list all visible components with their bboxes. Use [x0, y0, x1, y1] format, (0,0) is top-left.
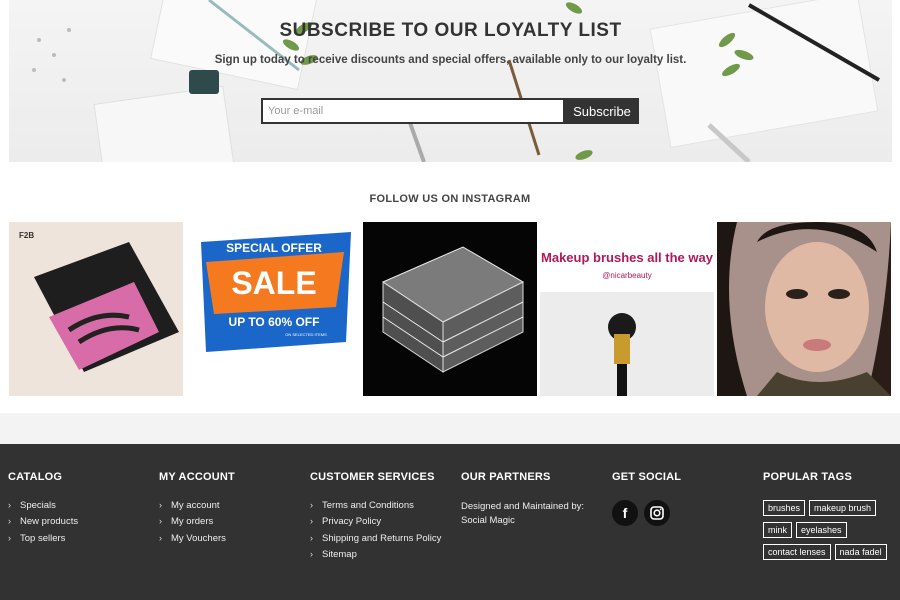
footer-account: MY ACCOUNT › My account › My orders › My Vo… — [159, 471, 235, 549]
instagram-tile-brush[interactable]: Makeup brushes all the way @nicarbeauty — [540, 222, 714, 396]
social-heading: GET SOCIAL — [612, 471, 682, 483]
tags-heading: POPULAR TAGS — [763, 471, 852, 483]
footer-services: CUSTOMER SERVICES › Terms and Conditions … — [310, 471, 441, 566]
footer-link-my-account[interactable]: › My account — [159, 500, 235, 511]
subscribe-form: Subscribe — [261, 98, 639, 124]
offer-line3: UP TO 60% OFF — [229, 315, 320, 329]
instagram-tile-organizer[interactable] — [363, 222, 537, 396]
special-offer-sale-photo: SPECIAL OFFER SALE UP TO 60% OFF ON SELE… — [201, 232, 351, 352]
tile-label: F2B — [19, 231, 34, 240]
chevron-right-icon: › — [159, 516, 162, 527]
subscribe-subtitle: Sign up today to receive discounts and s… — [214, 54, 687, 66]
offer-line2: SALE — [231, 265, 316, 301]
model-portrait-photo — [717, 222, 891, 396]
tag-nada-fadel[interactable]: nada fadel — [834, 544, 887, 560]
tag-makeup-brush[interactable]: makeup brush — [809, 500, 877, 516]
instagram-tile-eyelash-box[interactable]: F2B — [9, 222, 183, 396]
subscribe-button[interactable]: Subscribe — [565, 98, 639, 124]
chevron-right-icon: › — [310, 532, 313, 543]
footer-tags: POPULAR TAGS brushes makeup brush mink e… — [763, 471, 898, 560]
email-input[interactable] — [261, 98, 565, 124]
footer-social: GET SOCIAL f — [612, 471, 681, 526]
makeup-brush-photo: Makeup brushes all the way @nicarbeauty — [540, 222, 714, 396]
footer-link-terms[interactable]: › Terms and Conditions — [310, 500, 441, 511]
offer-line4: ON SELECTED ITEMS — [285, 332, 327, 337]
chevron-right-icon: › — [8, 516, 11, 527]
subscribe-title: SUBSCRIBE TO OUR LOYALTY LIST — [279, 20, 622, 41]
instagram-tile-portrait[interactable] — [717, 222, 891, 396]
chevron-right-icon: › — [8, 532, 11, 543]
brush-handle: @nicarbeauty — [602, 271, 651, 280]
offer-line1: SPECIAL OFFER — [226, 241, 322, 255]
services-heading: CUSTOMER SERVICES — [310, 471, 435, 483]
site-footer: CATALOG › Specials › New products › Top sel… — [0, 444, 900, 600]
facebook-icon[interactable]: f — [612, 500, 638, 526]
instagram-section-title: FOLLOW US ON INSTAGRAM — [369, 193, 531, 205]
tag-mink[interactable]: mink — [763, 522, 793, 538]
brush-caption: Makeup brushes all the way — [541, 250, 714, 265]
footer-link-privacy[interactable]: › Privacy Policy — [310, 516, 441, 527]
tag-brushes[interactable]: brushes — [763, 500, 806, 516]
instagram-tile-sale[interactable]: SPECIAL OFFER SALE UP TO 60% OFF ON SELE… — [186, 222, 360, 396]
partners-heading: OUR PARTNERS — [461, 471, 551, 483]
subscribe-banner: SUBSCRIBE TO OUR LOYALTY LIST Sign up to… — [9, 0, 892, 162]
chevron-right-icon: › — [159, 532, 162, 543]
footer-catalog: CATALOG › Specials › New products › Top sel… — [8, 471, 78, 549]
footer-link-specials[interactable]: › Specials — [8, 500, 78, 511]
tag-contact-lenses[interactable]: contact lenses — [763, 544, 831, 560]
chevron-right-icon: › — [310, 516, 313, 527]
chevron-right-icon: › — [310, 500, 313, 510]
chevron-right-icon: › — [8, 500, 11, 510]
account-heading: MY ACCOUNT — [159, 471, 235, 483]
footer-partners: OUR PARTNERS Designed and Maintained by:… — [461, 471, 591, 528]
partners-text: Designed and Maintained by: Social Magic — [461, 501, 585, 526]
acrylic-lash-organizer-photo — [381, 246, 525, 373]
tag-eyelashes[interactable]: eyelashes — [796, 522, 847, 538]
section-divider — [0, 413, 900, 444]
footer-link-top-sellers[interactable]: › Top sellers — [8, 533, 78, 544]
eyelash-box-photo: F2B — [19, 231, 179, 372]
footer-link-my-vouchers[interactable]: › My Vouchers — [159, 533, 235, 544]
instagram-icon[interactable] — [644, 500, 670, 526]
chevron-right-icon: › — [310, 549, 313, 560]
footer-link-shipping[interactable]: › Shipping and Returns Policy — [310, 533, 441, 544]
chevron-right-icon: › — [159, 500, 162, 510]
footer-link-sitemap[interactable]: › Sitemap — [310, 549, 441, 560]
footer-link-new-products[interactable]: › New products — [8, 516, 78, 527]
catalog-heading: CATALOG — [8, 471, 63, 483]
footer-link-my-orders[interactable]: › My orders — [159, 516, 235, 527]
